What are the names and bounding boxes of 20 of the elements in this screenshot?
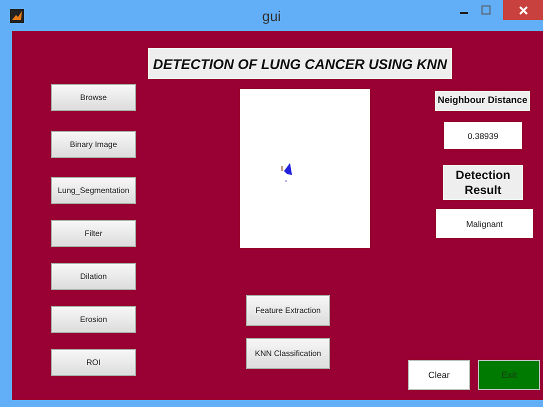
step-button[interactable]: Erosion — [51, 306, 136, 333]
analysis-button[interactable]: KNN Classification — [246, 338, 330, 369]
heading: DETECTION OF LUNG CANCER USING KNN — [148, 48, 452, 79]
step-button[interactable]: Dilation — [51, 263, 136, 290]
distance-value: 0.38939 — [444, 122, 522, 149]
step-button[interactable]: ROI — [51, 349, 136, 376]
app-icon — [10, 8, 24, 22]
maximize-icon[interactable] — [481, 5, 491, 15]
analysis-button[interactable]: Feature Extraction — [246, 295, 330, 326]
close-button[interactable] — [503, 0, 543, 20]
step-button[interactable]: Binary Image — [51, 131, 136, 158]
close-icon — [518, 6, 528, 14]
action-button[interactable]: Clear — [408, 360, 470, 390]
step-button[interactable]: Lung_Segmentation — [51, 177, 136, 204]
step-button[interactable]: Filter — [51, 220, 136, 247]
step-button[interactable]: Browse — [51, 84, 136, 111]
result-label: Detection Result — [443, 165, 523, 200]
window-title: gui — [261, 8, 282, 24]
distance-label: Neighbour Distance — [435, 91, 530, 111]
result-value: Malignant — [436, 209, 533, 238]
